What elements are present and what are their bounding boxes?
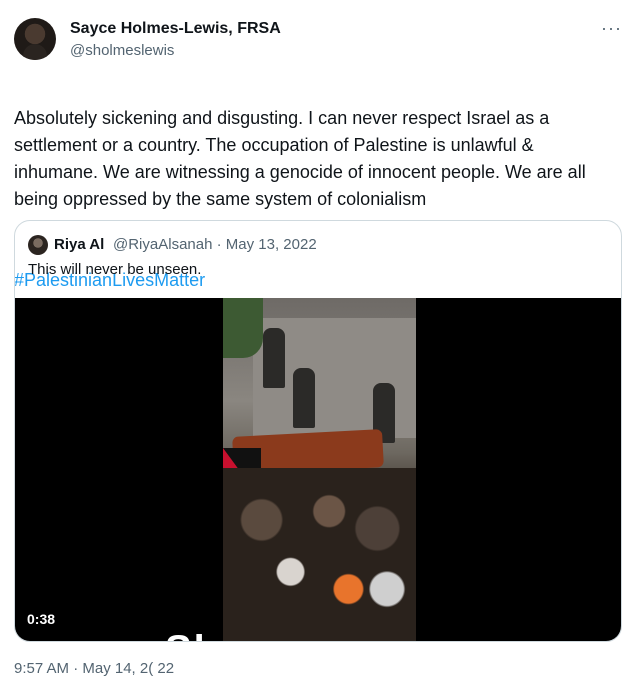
- video-scene-crowd: [223, 468, 416, 641]
- video-overlay-text: Sh...: [165, 628, 259, 641]
- video-duration-badge: 0:38: [27, 611, 56, 627]
- video-scene-figure: [293, 368, 315, 428]
- video-frame: [223, 298, 416, 641]
- author-name[interactable]: Sayce Holmes-Lewis, FRSA: [70, 20, 281, 38]
- tweet-body: Absolutely sickening and disgusting. I c…: [14, 108, 586, 209]
- more-icon[interactable]: ···: [601, 18, 622, 39]
- quote-text: This will never be unseen.: [28, 261, 202, 278]
- quote-author-name[interactable]: Riya Al: [54, 236, 104, 253]
- author-avatar[interactable]: [14, 18, 56, 60]
- author-handle[interactable]: @sholmeslewis: [70, 42, 174, 59]
- quote-author-avatar[interactable]: [28, 235, 48, 255]
- video-player[interactable]: Sh... 0:38: [15, 298, 621, 641]
- quote-author-meta[interactable]: @RiyaAlsanah · May 13, 2022: [113, 236, 317, 253]
- tweet-timestamp[interactable]: 9:57 AM · May 14, 2( 22: [14, 660, 174, 677]
- quoted-tweet-card[interactable]: Riya Al @RiyaAlsanah · May 13, 2022 This…: [14, 220, 622, 642]
- video-scene-trees: [223, 298, 263, 358]
- video-scene-figure: [263, 328, 285, 388]
